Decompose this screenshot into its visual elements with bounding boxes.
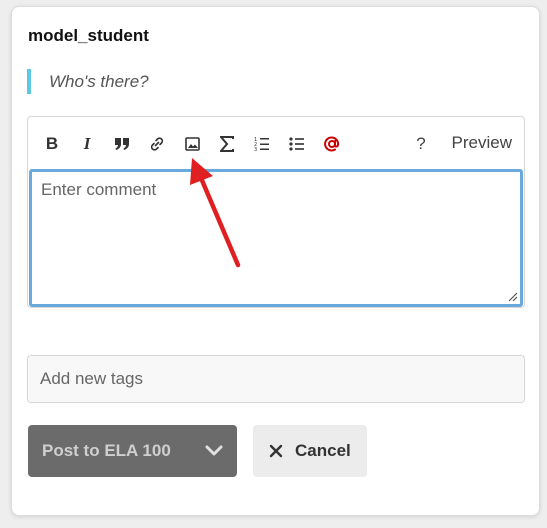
image-button[interactable] xyxy=(179,131,205,157)
reply-card: model_student Who's there? B I 1 2 3 ? P… xyxy=(11,6,540,516)
chevron-down-icon[interactable] xyxy=(205,442,223,460)
quote-button[interactable] xyxy=(109,131,135,157)
comment-editor: B I 1 2 3 ? Preview Enter comment xyxy=(27,116,525,308)
ordered-list-button[interactable]: 1 2 3 xyxy=(249,131,275,157)
help-button[interactable]: ? xyxy=(408,131,434,157)
bullet-list-button[interactable] xyxy=(284,131,310,157)
tags-input[interactable]: Add new tags xyxy=(27,355,525,403)
math-button[interactable] xyxy=(214,131,240,157)
ordered-list-icon: 1 2 3 xyxy=(254,137,269,152)
comment-placeholder: Enter comment xyxy=(41,180,157,199)
link-icon xyxy=(150,137,164,151)
mention-button[interactable] xyxy=(319,131,345,157)
resize-handle-icon[interactable] xyxy=(508,292,518,302)
comment-textarea[interactable]: Enter comment xyxy=(29,169,523,307)
sigma-icon xyxy=(220,136,234,152)
bold-button[interactable]: B xyxy=(39,131,65,157)
at-icon xyxy=(324,136,340,152)
bullet-list-icon xyxy=(289,137,304,151)
svg-text:3: 3 xyxy=(254,147,257,152)
tags-placeholder: Add new tags xyxy=(40,369,144,388)
username: model_student xyxy=(28,26,149,45)
italic-button[interactable]: I xyxy=(74,131,100,157)
close-icon xyxy=(269,444,283,458)
link-button[interactable] xyxy=(144,131,170,157)
preview-button[interactable]: Preview xyxy=(452,133,512,153)
post-button-label: Post to ELA 100 xyxy=(42,441,171,460)
post-button[interactable]: Post to ELA 100 xyxy=(28,425,237,477)
quoted-text: Who's there? xyxy=(27,69,149,94)
image-icon xyxy=(184,137,200,151)
cancel-button[interactable]: Cancel xyxy=(253,425,367,477)
quote-icon xyxy=(115,138,129,150)
cancel-button-label: Cancel xyxy=(295,441,351,460)
editor-toolbar: B I 1 2 3 ? Preview xyxy=(28,117,524,169)
